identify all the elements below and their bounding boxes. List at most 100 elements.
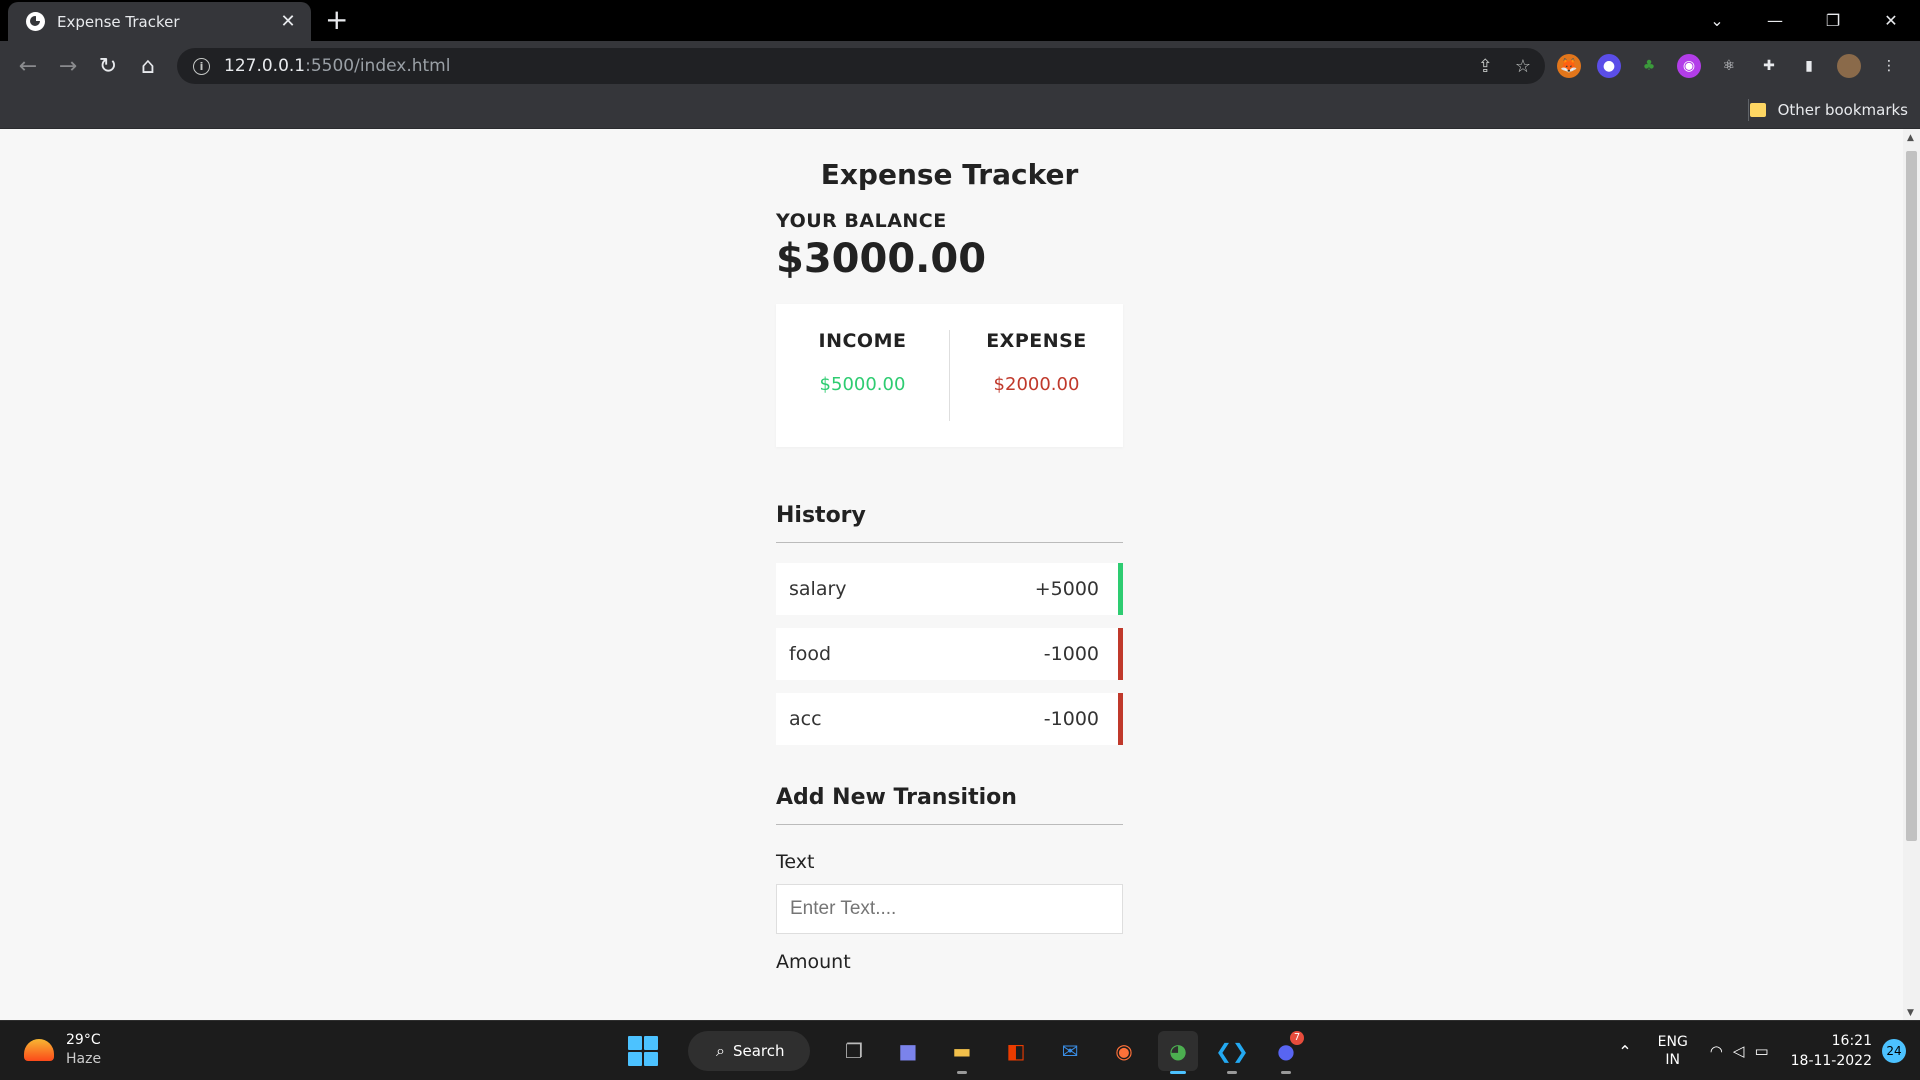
- transaction-amount: -1000: [1043, 643, 1099, 665]
- tree-icon[interactable]: ♣: [1637, 54, 1661, 78]
- forward-button[interactable]: →: [48, 54, 88, 79]
- clock[interactable]: 16:21 18-11-2022: [1791, 1031, 1872, 1071]
- vscode-icon[interactable]: ❮❯: [1212, 1031, 1252, 1074]
- text-input[interactable]: [776, 884, 1123, 934]
- scroll-down-icon[interactable]: ▼: [1907, 1008, 1914, 1018]
- file-explorer-icon[interactable]: ▬: [942, 1031, 982, 1074]
- browser-toolbar: ← → ↻ ⌂ i 127.0.0.1:5500/index.html ⇪ ☆ …: [0, 41, 1920, 91]
- metamask-icon[interactable]: 🦊: [1557, 54, 1581, 78]
- tray-icons[interactable]: ◠ ◁ ▭: [1710, 1042, 1769, 1060]
- minimize-button[interactable]: —: [1746, 11, 1804, 30]
- info-icon[interactable]: i: [193, 57, 210, 75]
- chevron-down-icon[interactable]: ⌄: [1688, 11, 1746, 30]
- amount-label: Amount: [776, 951, 851, 973]
- balance-value: $3000.00: [776, 236, 987, 282]
- home-button[interactable]: ⌂: [128, 54, 168, 79]
- other-bookmarks[interactable]: Other bookmarks: [1749, 91, 1908, 129]
- battery-icon: ▭: [1754, 1042, 1769, 1060]
- extensions-row: 🦊 ● ♣ ◉ ⚛ ✚ ▮ ⋮: [1557, 41, 1901, 91]
- list-item[interactable]: acc -1000: [776, 693, 1123, 745]
- puzzle-icon[interactable]: ✚: [1757, 54, 1781, 78]
- expense-column: EXPENSE $2000.00: [949, 330, 1123, 421]
- region-code: IN: [1665, 1052, 1681, 1068]
- address-bar-actions: ⇪ ☆: [1478, 48, 1531, 84]
- windows-start-icon[interactable]: [628, 1036, 658, 1066]
- search-icon: ⌕: [716, 1041, 725, 1060]
- bookmarks-bar: Other bookmarks: [0, 91, 1920, 129]
- back-button[interactable]: ←: [8, 54, 48, 79]
- balance-label: YOUR BALANCE: [776, 210, 947, 232]
- restore-button[interactable]: ❐: [1804, 11, 1862, 30]
- language-code: ENG: [1657, 1034, 1688, 1050]
- chevron-up-icon[interactable]: ⌃: [1618, 1042, 1631, 1061]
- notification-badge[interactable]: 24: [1882, 1039, 1906, 1063]
- search-label: Search: [732, 1042, 785, 1060]
- system-tray: ⌃ ENG IN ◠ ◁ ▭ 16:21 18-11-2022 24: [1618, 1021, 1920, 1080]
- income-value: $5000.00: [819, 374, 906, 395]
- office-icon[interactable]: ◧: [996, 1031, 1036, 1071]
- income-label: INCOME: [818, 330, 907, 352]
- taskbar-apps: ⌕ Search ❐ ■ ▬ ◧ ✉ ◉ ◕ ❮❯ ● 7: [628, 1029, 1306, 1074]
- transaction-text: acc: [789, 708, 822, 730]
- firefox-icon[interactable]: ◉: [1104, 1031, 1144, 1071]
- browser-tab[interactable]: Expense Tracker ✕: [8, 2, 311, 41]
- window-controls: ⌄ — ❐ ✕: [1688, 0, 1920, 41]
- volume-icon: ◁: [1732, 1042, 1745, 1060]
- page-viewport: Expense Tracker YOUR BALANCE $3000.00 IN…: [0, 129, 1903, 1020]
- temperature: 29°C: [66, 1032, 101, 1048]
- star-icon[interactable]: ☆: [1515, 56, 1531, 77]
- avatar[interactable]: [1837, 54, 1861, 78]
- url-host: 127.0.0.1: [224, 56, 306, 76]
- expense-value: $2000.00: [993, 374, 1080, 395]
- close-window-button[interactable]: ✕: [1862, 11, 1920, 30]
- reload-button[interactable]: ↻: [88, 54, 128, 79]
- folder-icon: [1749, 103, 1766, 117]
- history-list: salary +5000 food -1000 acc -1000: [776, 563, 1123, 745]
- chrome-icon[interactable]: ◕: [1158, 1031, 1198, 1074]
- weather-text: 29°C Haze: [66, 1031, 101, 1069]
- weather-condition: Haze: [66, 1051, 102, 1067]
- address-bar[interactable]: i 127.0.0.1:5500/index.html ⇪ ☆: [177, 48, 1545, 84]
- other-bookmarks-label: Other bookmarks: [1777, 101, 1908, 119]
- share-icon[interactable]: ⇪: [1478, 56, 1493, 77]
- language-indicator[interactable]: ENG IN: [1658, 1033, 1688, 1069]
- history-heading: History: [776, 503, 1123, 543]
- expense-tracker: Expense Tracker YOUR BALANCE $3000.00 IN…: [776, 129, 1123, 973]
- mail-icon[interactable]: ✉: [1050, 1031, 1090, 1071]
- task-view-icon[interactable]: ❐: [834, 1031, 874, 1071]
- transaction-amount: +5000: [1034, 578, 1099, 600]
- transaction-text: food: [789, 643, 831, 665]
- new-tab-button[interactable]: +: [325, 6, 348, 34]
- clock-date: 18-11-2022: [1790, 1053, 1872, 1069]
- scroll-thumb[interactable]: [1906, 151, 1917, 841]
- tab-title: Expense Tracker: [57, 12, 180, 31]
- list-item[interactable]: food -1000: [776, 628, 1123, 680]
- weather-icon: [24, 1039, 54, 1061]
- react-icon[interactable]: ⚛: [1717, 54, 1741, 78]
- weather-widget[interactable]: 29°C Haze: [24, 1031, 101, 1069]
- extension-icon[interactable]: ◉: [1677, 54, 1701, 78]
- transaction-text: salary: [789, 578, 847, 600]
- taskbar: 29°C Haze ⌕ Search ❐ ■ ▬ ◧ ✉ ◉ ◕ ❮❯ ● 7 ⌃…: [0, 1020, 1920, 1080]
- globe-icon: [26, 12, 45, 31]
- clock-time: 16:21: [1831, 1033, 1872, 1049]
- list-item[interactable]: salary +5000: [776, 563, 1123, 615]
- extension-icon[interactable]: ●: [1597, 54, 1621, 78]
- url-path: :5500/index.html: [305, 56, 451, 76]
- close-icon[interactable]: ✕: [277, 11, 299, 32]
- side-panel-icon[interactable]: ▮: [1797, 54, 1821, 78]
- discord-badge: 7: [1290, 1031, 1304, 1045]
- taskbar-search[interactable]: ⌕ Search: [688, 1031, 810, 1071]
- income-column: INCOME $5000.00: [776, 330, 949, 421]
- scroll-up-icon[interactable]: ▲: [1907, 133, 1914, 143]
- tab-strip: Expense Tracker ✕ + ⌄ — ❐ ✕: [0, 0, 1920, 41]
- menu-icon[interactable]: ⋮: [1877, 54, 1901, 78]
- chat-icon[interactable]: ■: [888, 1031, 928, 1071]
- add-transaction-heading: Add New Transition: [776, 785, 1123, 825]
- transaction-amount: -1000: [1043, 708, 1099, 730]
- text-label: Text: [776, 851, 815, 873]
- url-text: 127.0.0.1:5500/index.html: [224, 56, 450, 76]
- income-expense-card: INCOME $5000.00 EXPENSE $2000.00: [776, 304, 1123, 447]
- scrollbar[interactable]: ▲ ▼: [1903, 129, 1920, 1020]
- discord-icon[interactable]: ● 7: [1266, 1031, 1306, 1074]
